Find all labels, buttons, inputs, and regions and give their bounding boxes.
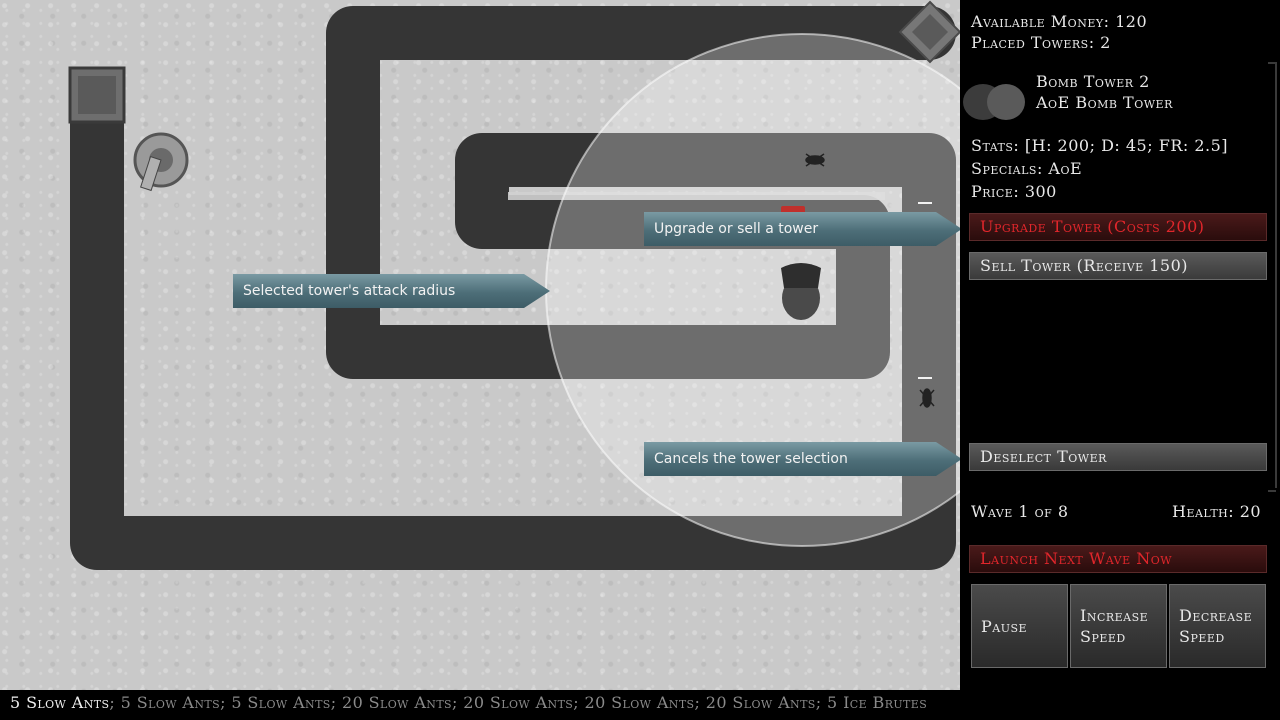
increase-speed-button[interactable]: Increase Speed [1070, 584, 1167, 668]
callout-attack-radius: Selected tower's attack radius [233, 274, 550, 308]
side-panel: Available Money: 120 Placed Towers: 2 Bo… [960, 0, 1280, 690]
enemy-path [68, 0, 960, 570]
decrease-speed-button[interactable]: Decrease Speed [1169, 584, 1266, 668]
tower-name: Bomb Tower 2 [1036, 72, 1150, 91]
tower-stats: Stats: [H: 200; D: 45; FR: 2.5] [971, 136, 1229, 155]
deselect-tower-button[interactable]: Deselect Tower [969, 443, 1267, 471]
placed-towers: Placed Towers: 2 [971, 33, 1111, 52]
cannon-tower-icon [133, 132, 189, 192]
current-wave: 5 Slow Ants [10, 693, 110, 712]
callout-upgrade-sell: Upgrade or sell a tower [644, 212, 960, 246]
ant-enemy-icon [805, 153, 825, 167]
sell-tower-button[interactable]: Sell Tower (Receive 150) [969, 252, 1267, 280]
upcoming-waves: ; 5 Slow Ants; 5 Slow Ants; 20 Slow Ants… [109, 693, 928, 712]
available-money: Available Money: 120 [971, 12, 1148, 31]
tower-specials: Specials: AoE [971, 159, 1083, 178]
health-counter: Health: 20 [1172, 502, 1262, 521]
tower-price: Price: 300 [971, 182, 1057, 201]
bomb-tower-thumbnail-icon [963, 84, 1025, 120]
pause-button[interactable]: Pause [971, 584, 1068, 668]
upgrade-tower-button[interactable]: Upgrade Tower (Costs 200) [969, 213, 1267, 241]
wave-counter: Wave 1 of 8 [971, 502, 1069, 521]
wave-queue-bar: 5 Slow Ants; 5 Slow Ants; 5 Slow Ants; 2… [0, 690, 1280, 720]
game-map[interactable]: Selected tower's attack radius Upgrade o… [0, 0, 960, 690]
bomb-tower-icon [781, 263, 821, 320]
callout-cancel-selection: Cancels the tower selection [644, 442, 960, 476]
launch-next-wave-button[interactable]: Launch Next Wave Now [969, 545, 1267, 573]
spawn-pad-icon [68, 66, 126, 124]
tower-type: AoE Bomb Tower [1036, 93, 1173, 112]
